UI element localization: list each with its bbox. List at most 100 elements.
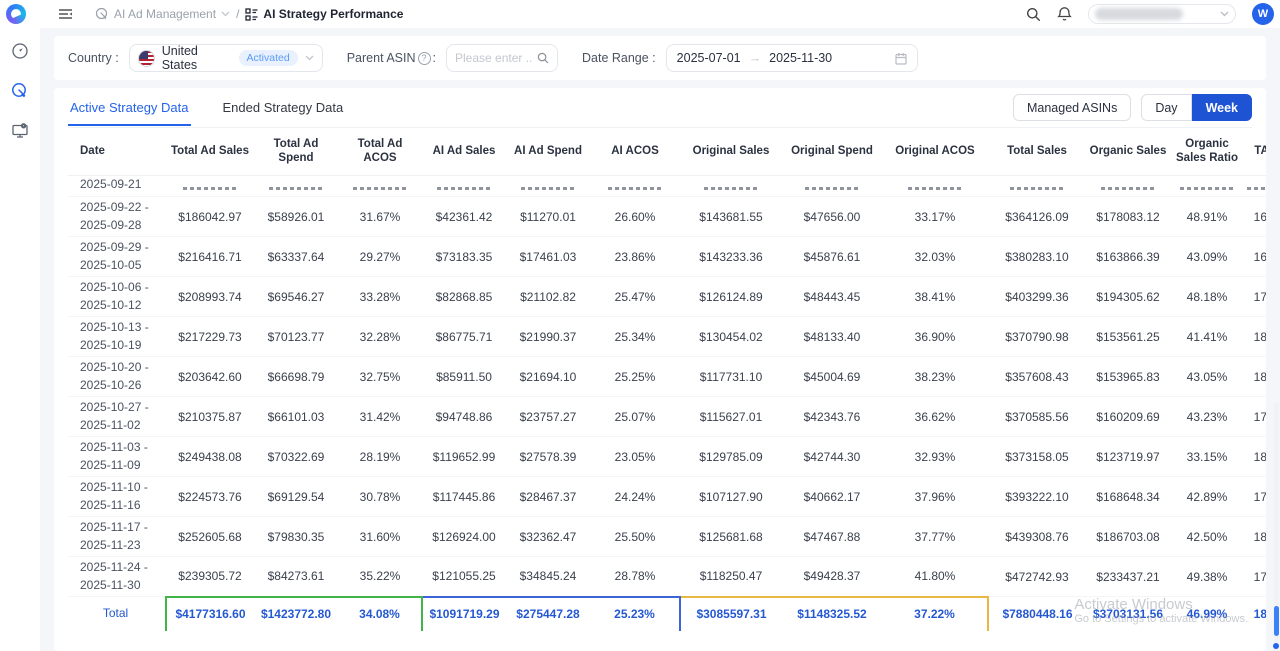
help-icon[interactable]: ? [418, 52, 431, 65]
week-toggle-button[interactable]: Week [1192, 94, 1252, 121]
column-header: TACOS [1244, 128, 1266, 175]
row-value: $123719.97 [1086, 437, 1170, 477]
column-header: Total Ad Spend [254, 128, 338, 175]
search-icon[interactable] [537, 52, 549, 64]
row-value: $370790.98 [988, 317, 1086, 357]
row-date: 2025-09-29 -2025-10-05 [68, 237, 166, 277]
clipped-text-fragment [1010, 187, 1064, 190]
total-value: 46.99% [1170, 597, 1244, 631]
sidebar-item-ai-ad-management[interactable] [11, 82, 29, 100]
managed-asins-button[interactable]: Managed ASINs [1013, 94, 1131, 121]
row-value: 25.07% [590, 397, 680, 437]
row-value: $11270.01 [506, 197, 590, 237]
row-value: 36.62% [882, 397, 988, 437]
clipped-text-fragment [437, 187, 491, 190]
account-select[interactable] [1088, 4, 1236, 24]
search-icon[interactable] [1026, 7, 1041, 22]
date-range-end[interactable]: 2025-11-30 [769, 51, 832, 65]
date-range-picker[interactable]: 2025-07-01 → 2025-11-30 [666, 44, 918, 72]
parent-asin-input[interactable]: Please enter ... [446, 44, 558, 72]
strategy-data-card: Active Strategy Data Ended Strategy Data… [54, 88, 1266, 651]
table-row: 2025-11-10 -2025-11-16$224573.76$69129.5… [68, 477, 1266, 517]
row-value: $224573.76 [166, 477, 254, 517]
table-row: 2025-10-06 -2025-10-12$208993.74$69546.2… [68, 277, 1266, 317]
user-avatar[interactable]: W [1252, 3, 1274, 25]
top-bar: AI Ad Management / AI Strategy Performan… [0, 0, 1280, 28]
row-value: $403299.36 [988, 277, 1086, 317]
breadcrumb-section[interactable]: AI Ad Management [95, 7, 230, 21]
row-date: 2025-10-06 -2025-10-12 [68, 277, 166, 317]
table-row: 2025-10-13 -2025-10-19$217229.73$70123.7… [68, 317, 1266, 357]
column-header: AI Ad Sales [422, 128, 506, 175]
row-value-clipped [1170, 175, 1244, 196]
day-toggle-button[interactable]: Day [1141, 94, 1191, 121]
breadcrumb: AI Ad Management / AI Strategy Performan… [95, 7, 403, 21]
row-value: $45876.61 [782, 237, 882, 277]
row-value-clipped [254, 175, 338, 196]
row-value: 28.19% [338, 437, 422, 477]
row-value: $472742.93 [988, 557, 1086, 597]
sidebar-item-dashboard[interactable] [11, 42, 29, 60]
total-value: 37.22% [882, 597, 988, 631]
row-value: $439308.76 [988, 517, 1086, 557]
notification-bell-icon[interactable] [1057, 6, 1072, 22]
sidebar-item-monitor-settings[interactable] [11, 122, 29, 140]
chevron-down-icon [1220, 11, 1229, 17]
parent-asin-placeholder: Please enter ... [455, 51, 533, 65]
row-value: $160209.69 [1086, 397, 1170, 437]
total-value: 34.08% [338, 597, 422, 631]
total-value: $1148325.52 [782, 597, 882, 631]
row-value: $194305.62 [1086, 277, 1170, 317]
vertical-scrollbar-thumb[interactable] [1274, 606, 1279, 636]
row-value: $233437.21 [1086, 557, 1170, 597]
row-value: 32.93% [882, 437, 988, 477]
row-value: $42744.30 [782, 437, 882, 477]
row-value: $66698.79 [254, 357, 338, 397]
row-value: 25.25% [590, 357, 680, 397]
row-date: 2025-11-10 -2025-11-16 [68, 477, 166, 517]
row-value: $373158.05 [988, 437, 1086, 477]
row-value-clipped [988, 175, 1086, 196]
table-total-row: Total$4177316.60$1423772.8034.08%$109171… [68, 597, 1266, 631]
tab-ended-strategy-data[interactable]: Ended Strategy Data [221, 90, 346, 125]
calendar-icon [895, 52, 907, 65]
row-value: 42.50% [1170, 517, 1244, 557]
column-header: Organic Sales Ratio [1170, 128, 1244, 175]
row-value: 32.28% [338, 317, 422, 357]
column-header: Date [68, 128, 166, 175]
row-value: $178083.12 [1086, 197, 1170, 237]
row-value: $126124.89 [680, 277, 782, 317]
sidebar-collapse-icon[interactable] [58, 7, 73, 21]
row-value: 36.90% [882, 317, 988, 357]
row-value: $47467.88 [782, 517, 882, 557]
row-date: 2025-11-03 -2025-11-09 [68, 437, 166, 477]
row-value: 32.75% [338, 357, 422, 397]
row-value: $66101.03 [254, 397, 338, 437]
tab-active-strategy-data[interactable]: Active Strategy Data [68, 90, 191, 125]
row-value: $28467.37 [506, 477, 590, 517]
row-date: 2025-10-20 -2025-10-26 [68, 357, 166, 397]
row-value-clipped [166, 175, 254, 196]
row-value: $208993.74 [166, 277, 254, 317]
row-value: 33.17% [882, 197, 988, 237]
date-range-start[interactable]: 2025-07-01 [677, 51, 741, 65]
column-header: Original Sales [680, 128, 782, 175]
country-select[interactable]: United States Activated [129, 44, 323, 72]
row-value: $79830.35 [254, 517, 338, 557]
row-value-clipped [506, 175, 590, 196]
row-value: $143233.36 [680, 237, 782, 277]
row-value: 29.27% [338, 237, 422, 277]
row-value: $48443.45 [782, 277, 882, 317]
clipped-text-fragment [183, 187, 237, 190]
row-value: $94748.86 [422, 397, 506, 437]
clipped-text-fragment [353, 187, 407, 190]
row-value: $186703.08 [1086, 517, 1170, 557]
date-range-label: Date Range : [582, 51, 656, 65]
row-value: 18.91% [1244, 317, 1266, 357]
row-value: $107127.90 [680, 477, 782, 517]
row-value: 35.22% [338, 557, 422, 597]
main-content: Country : United States Activated Parent… [40, 28, 1280, 651]
row-value: 17.58% [1244, 477, 1266, 517]
column-header: Original Spend [782, 128, 882, 175]
row-value: $153965.83 [1086, 357, 1170, 397]
